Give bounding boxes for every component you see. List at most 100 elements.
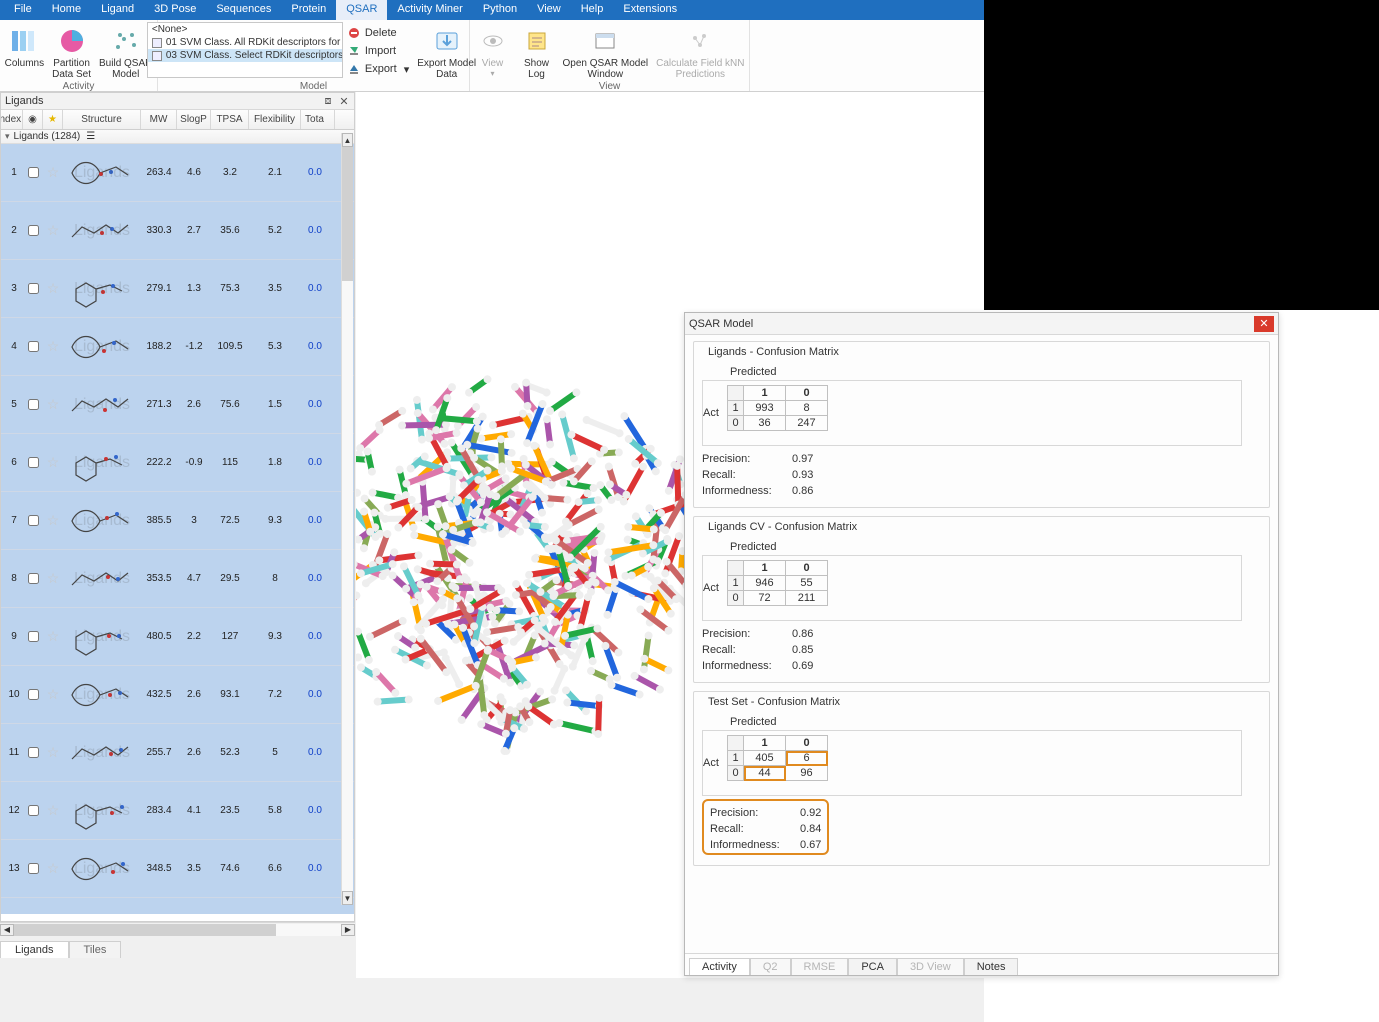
- hscroll-thumb[interactable]: [14, 924, 276, 936]
- table-row[interactable]: 1☆Ligands263.44.63.22.10.0: [1, 144, 354, 202]
- table-row[interactable]: 3☆Ligands279.11.375.33.50.0: [1, 260, 354, 318]
- dialog-tab-pca[interactable]: PCA: [848, 958, 897, 975]
- cell-checkbox[interactable]: [23, 318, 43, 375]
- favorite-star-icon[interactable]: ☆: [43, 376, 63, 433]
- cell-checkbox[interactable]: [23, 202, 43, 259]
- favorite-star-icon[interactable]: ☆: [43, 840, 63, 897]
- favorite-star-icon[interactable]: ☆: [43, 202, 63, 259]
- cell-structure[interactable]: Ligands: [63, 550, 141, 607]
- cell-structure[interactable]: Ligands: [63, 260, 141, 317]
- menu-extensions[interactable]: Extensions: [613, 0, 687, 20]
- dialog-tab-activity[interactable]: Activity: [689, 958, 750, 975]
- scroll-right-icon[interactable]: ▶: [341, 924, 355, 936]
- col-star[interactable]: ★: [43, 110, 63, 129]
- cell-structure[interactable]: Ligands: [63, 376, 141, 433]
- sheet-tab-ligands[interactable]: Ligands: [0, 941, 69, 958]
- cell-checkbox[interactable]: [23, 608, 43, 665]
- export-model-button[interactable]: Export ▾: [347, 60, 409, 78]
- menu-home[interactable]: Home: [42, 0, 91, 20]
- table-row[interactable]: 11☆Ligands255.72.652.350.0: [1, 724, 354, 782]
- table-row[interactable]: 4☆Ligands188.2-1.2109.55.30.0: [1, 318, 354, 376]
- scroll-thumb[interactable]: [342, 147, 353, 281]
- cell-structure[interactable]: Ligands: [63, 782, 141, 839]
- menu-ligand[interactable]: Ligand: [91, 0, 144, 20]
- favorite-star-icon[interactable]: ☆: [43, 260, 63, 317]
- favorite-star-icon[interactable]: ☆: [43, 666, 63, 723]
- sheet-tab-tiles[interactable]: Tiles: [69, 941, 122, 958]
- col-total[interactable]: Tota: [301, 110, 335, 129]
- show-log-button[interactable]: Show Log: [515, 22, 559, 83]
- cell-structure[interactable]: Ligands: [63, 492, 141, 549]
- model-list[interactable]: <None>01 SVM Class. All RDKit descriptor…: [147, 22, 343, 78]
- view-button[interactable]: View▾: [471, 22, 515, 81]
- table-row[interactable]: 12☆Ligands283.44.123.55.80.0: [1, 782, 354, 840]
- partition-button[interactable]: Partition Data Set: [48, 22, 95, 83]
- cell-structure[interactable]: Ligands: [63, 202, 141, 259]
- favorite-star-icon[interactable]: ☆: [43, 318, 63, 375]
- col-tpsa[interactable]: TPSA: [211, 110, 249, 129]
- col-flexibility[interactable]: Flexibility: [249, 110, 301, 129]
- cell-checkbox[interactable]: [23, 666, 43, 723]
- cell-structure[interactable]: Ligands: [63, 608, 141, 665]
- group-menu-icon[interactable]: ☰: [86, 131, 95, 142]
- panel-close-icon[interactable]: ✕: [338, 95, 350, 107]
- menu-python[interactable]: Python: [473, 0, 527, 20]
- import-model-button[interactable]: Import: [347, 42, 409, 60]
- table-row[interactable]: 6☆Ligands222.2-0.91151.80.0: [1, 434, 354, 492]
- vertical-scrollbar[interactable]: ▲ ▼: [341, 133, 353, 905]
- scroll-up-icon[interactable]: ▲: [342, 133, 353, 147]
- table-row[interactable]: 2☆Ligands330.32.735.65.20.0: [1, 202, 354, 260]
- cell-checkbox[interactable]: [23, 260, 43, 317]
- table-row[interactable]: 5☆Ligands271.32.675.61.50.0: [1, 376, 354, 434]
- favorite-star-icon[interactable]: ☆: [43, 550, 63, 607]
- table-row[interactable]: 9☆Ligands480.52.21279.30.0: [1, 608, 354, 666]
- horizontal-scrollbar[interactable]: ◀ ▶: [0, 922, 355, 936]
- dialog-tab-notes[interactable]: Notes: [964, 958, 1019, 975]
- table-row[interactable]: 13☆Ligands348.53.574.66.60.0: [1, 840, 354, 898]
- favorite-star-icon[interactable]: ☆: [43, 724, 63, 781]
- scroll-left-icon[interactable]: ◀: [0, 924, 14, 936]
- col-slogp[interactable]: SlogP: [177, 110, 211, 129]
- menu-qsar[interactable]: QSAR: [336, 0, 387, 20]
- columns-button[interactable]: Columns: [1, 22, 48, 72]
- menu-help[interactable]: Help: [571, 0, 614, 20]
- favorite-star-icon[interactable]: ☆: [43, 434, 63, 491]
- favorite-star-icon[interactable]: ☆: [43, 144, 63, 201]
- menu-sequences[interactable]: Sequences: [206, 0, 281, 20]
- col-index[interactable]: ndex△: [1, 110, 23, 129]
- menu-file[interactable]: File: [4, 0, 42, 20]
- group-row[interactable]: ▾ Ligands (1284) ☰: [1, 130, 354, 144]
- menu-activity-miner[interactable]: Activity Miner: [387, 0, 472, 20]
- cell-checkbox[interactable]: [23, 376, 43, 433]
- panel-pin-icon[interactable]: ⧈: [322, 95, 334, 107]
- model-list-item[interactable]: <None>: [148, 23, 342, 36]
- cell-structure[interactable]: Ligands: [63, 724, 141, 781]
- menu-view[interactable]: View: [527, 0, 571, 20]
- cell-checkbox[interactable]: [23, 840, 43, 897]
- model-list-item[interactable]: 03 SVM Class. Select RDKit descriptors f…: [148, 49, 342, 62]
- open-qsar-window-button[interactable]: Open QSAR Model Window: [559, 22, 653, 83]
- menu-3d-pose[interactable]: 3D Pose: [144, 0, 206, 20]
- dialog-close-button[interactable]: ✕: [1254, 316, 1274, 332]
- cell-structure[interactable]: Ligands: [63, 144, 141, 201]
- cell-checkbox[interactable]: [23, 492, 43, 549]
- delete-model-button[interactable]: Delete: [347, 24, 409, 42]
- scroll-down-icon[interactable]: ▼: [342, 891, 353, 905]
- cell-structure[interactable]: Ligands: [63, 840, 141, 897]
- cell-checkbox[interactable]: [23, 144, 43, 201]
- cell-checkbox[interactable]: [23, 782, 43, 839]
- favorite-star-icon[interactable]: ☆: [43, 492, 63, 549]
- table-row[interactable]: 8☆Ligands353.54.729.580.0: [1, 550, 354, 608]
- cell-checkbox[interactable]: [23, 434, 43, 491]
- cell-structure[interactable]: Ligands: [63, 434, 141, 491]
- cell-structure[interactable]: Ligands: [63, 318, 141, 375]
- collapse-icon[interactable]: ▾: [5, 131, 10, 142]
- table-row[interactable]: 7☆Ligands385.5372.59.30.0: [1, 492, 354, 550]
- col-checkbox[interactable]: ◉: [23, 110, 43, 129]
- favorite-star-icon[interactable]: ☆: [43, 782, 63, 839]
- cell-structure[interactable]: Ligands: [63, 666, 141, 723]
- favorite-star-icon[interactable]: ☆: [43, 608, 63, 665]
- menu-protein[interactable]: Protein: [281, 0, 336, 20]
- cell-checkbox[interactable]: [23, 550, 43, 607]
- model-list-item[interactable]: 01 SVM Class. All RDKit descriptors for …: [148, 36, 342, 49]
